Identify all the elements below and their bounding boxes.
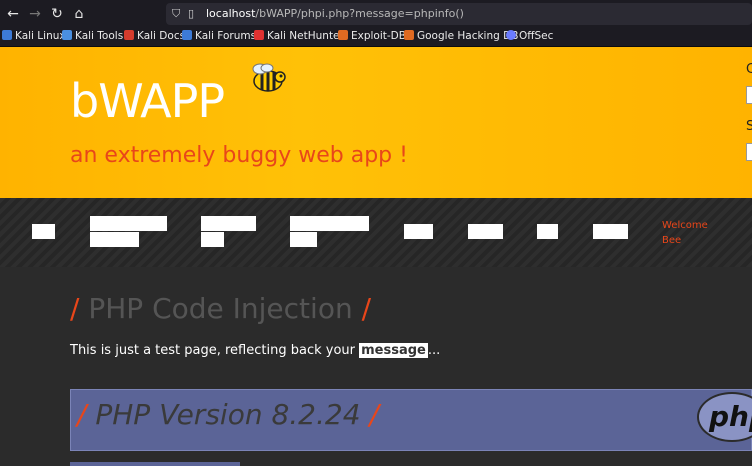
welcome-user[interactable]: Bee xyxy=(662,233,708,248)
php-version-text: PHP Version 8.2.24 xyxy=(95,398,361,431)
page-title-text: PHP Code Injection xyxy=(88,292,353,325)
nav-link-redacted[interactable] xyxy=(404,224,433,239)
php-logo: php xyxy=(697,392,752,442)
url-host: localhost xyxy=(206,7,256,20)
side-text-fragment: S xyxy=(746,119,752,134)
nav-link-redacted[interactable] xyxy=(201,232,224,247)
bookmark-label: Kali Forums xyxy=(195,30,257,42)
bookmark-offsec[interactable]: OffSec xyxy=(506,30,553,42)
browser-toolbar: ← → ↻ ⌂ ⛉ ▯ localhost/bWAPP/phpi.php?mes… xyxy=(0,0,752,28)
message-link[interactable]: message xyxy=(359,343,428,358)
bookmark-kali-docs[interactable]: Kali Docs xyxy=(124,30,185,42)
kali-icon xyxy=(2,30,12,40)
kali-docs-icon xyxy=(124,30,134,40)
nav-link-redacted[interactable] xyxy=(468,224,503,239)
title-slash: / xyxy=(369,398,379,431)
page-icon: ▯ xyxy=(188,7,195,20)
nav-link-redacted[interactable] xyxy=(537,224,558,239)
title-slash: / xyxy=(77,398,87,431)
php-version-title: / PHP Version 8.2.24 / xyxy=(77,398,379,431)
phpinfo-header: / PHP Version 8.2.24 / php xyxy=(70,389,752,451)
offsec-icon xyxy=(506,30,516,40)
bookmark-exploit-db[interactable]: Exploit-DB xyxy=(338,30,406,42)
home-icon[interactable]: ⌂ xyxy=(70,5,88,23)
page-title: / PHP Code Injection / xyxy=(70,292,371,325)
bookmark-label: Kali Linux xyxy=(15,30,66,42)
nav-link-redacted[interactable] xyxy=(90,216,167,231)
bookmarks-bar: Kali Linux Kali Tools Kali Docs Kali For… xyxy=(0,28,752,47)
bookmark-label: Kali Docs xyxy=(137,30,186,42)
intro-after: ... xyxy=(427,343,441,358)
nav-link-redacted[interactable] xyxy=(32,224,55,239)
nav-link-redacted[interactable] xyxy=(201,216,256,231)
nav-link-redacted[interactable] xyxy=(593,224,628,239)
phpinfo-table-edge xyxy=(70,462,240,466)
nav-link-redacted[interactable] xyxy=(290,232,317,247)
php-logo-text: php xyxy=(709,400,752,433)
intro-before: This is just a test page, reflecting bac… xyxy=(70,343,360,358)
intro-text: This is just a test page, reflecting bac… xyxy=(70,343,440,358)
bookmark-kali-linux[interactable]: Kali Linux xyxy=(2,30,66,42)
nethunter-icon xyxy=(254,30,264,40)
shield-icon: ⛉ xyxy=(172,7,181,20)
bookmark-label: OffSec xyxy=(519,30,554,42)
site-logo[interactable]: bWAPP xyxy=(70,74,225,128)
bookmark-google-hacking-db[interactable]: Google Hacking DB xyxy=(404,30,518,42)
bookmark-label: Google Hacking DB xyxy=(417,30,519,42)
welcome-text: Welcome Bee xyxy=(662,218,708,248)
exploit-db-icon xyxy=(338,30,348,40)
ghdb-icon xyxy=(404,30,414,40)
site-tagline: an extremely buggy web app ! xyxy=(70,143,408,168)
bookmark-kali-tools[interactable]: Kali Tools xyxy=(62,30,123,42)
bookmark-label: Exploit-DB xyxy=(351,30,406,42)
bee-icon xyxy=(252,63,286,92)
bookmark-kali-nethunter[interactable]: Kali NetHunter xyxy=(254,30,344,42)
side-text-fragment: C xyxy=(746,62,752,77)
url-path: /bWAPP/phpi.php?message=phpinfo() xyxy=(255,7,464,20)
url-text: localhost/bWAPP/phpi.php?message=phpinfo… xyxy=(206,7,464,20)
bookmark-label: Kali NetHunter xyxy=(267,30,344,42)
back-arrow-icon[interactable]: ← xyxy=(4,5,22,23)
side-select-fragment[interactable] xyxy=(746,143,752,161)
side-select-fragment[interactable] xyxy=(746,86,752,104)
title-slash: / xyxy=(70,292,80,325)
welcome-label: Welcome xyxy=(662,220,708,231)
nav-link-redacted[interactable] xyxy=(290,216,369,231)
kali-forums-icon xyxy=(182,30,192,40)
reload-icon[interactable]: ↻ xyxy=(48,5,66,23)
title-slash: / xyxy=(361,292,372,325)
address-bar[interactable]: ⛉ ▯ localhost/bWAPP/phpi.php?message=php… xyxy=(166,3,752,25)
bookmark-label: Kali Tools xyxy=(75,30,124,42)
nav-link-redacted[interactable] xyxy=(90,232,139,247)
forward-arrow-icon[interactable]: → xyxy=(26,5,44,23)
bookmark-kali-forums[interactable]: Kali Forums xyxy=(182,30,256,42)
kali-icon xyxy=(62,30,72,40)
